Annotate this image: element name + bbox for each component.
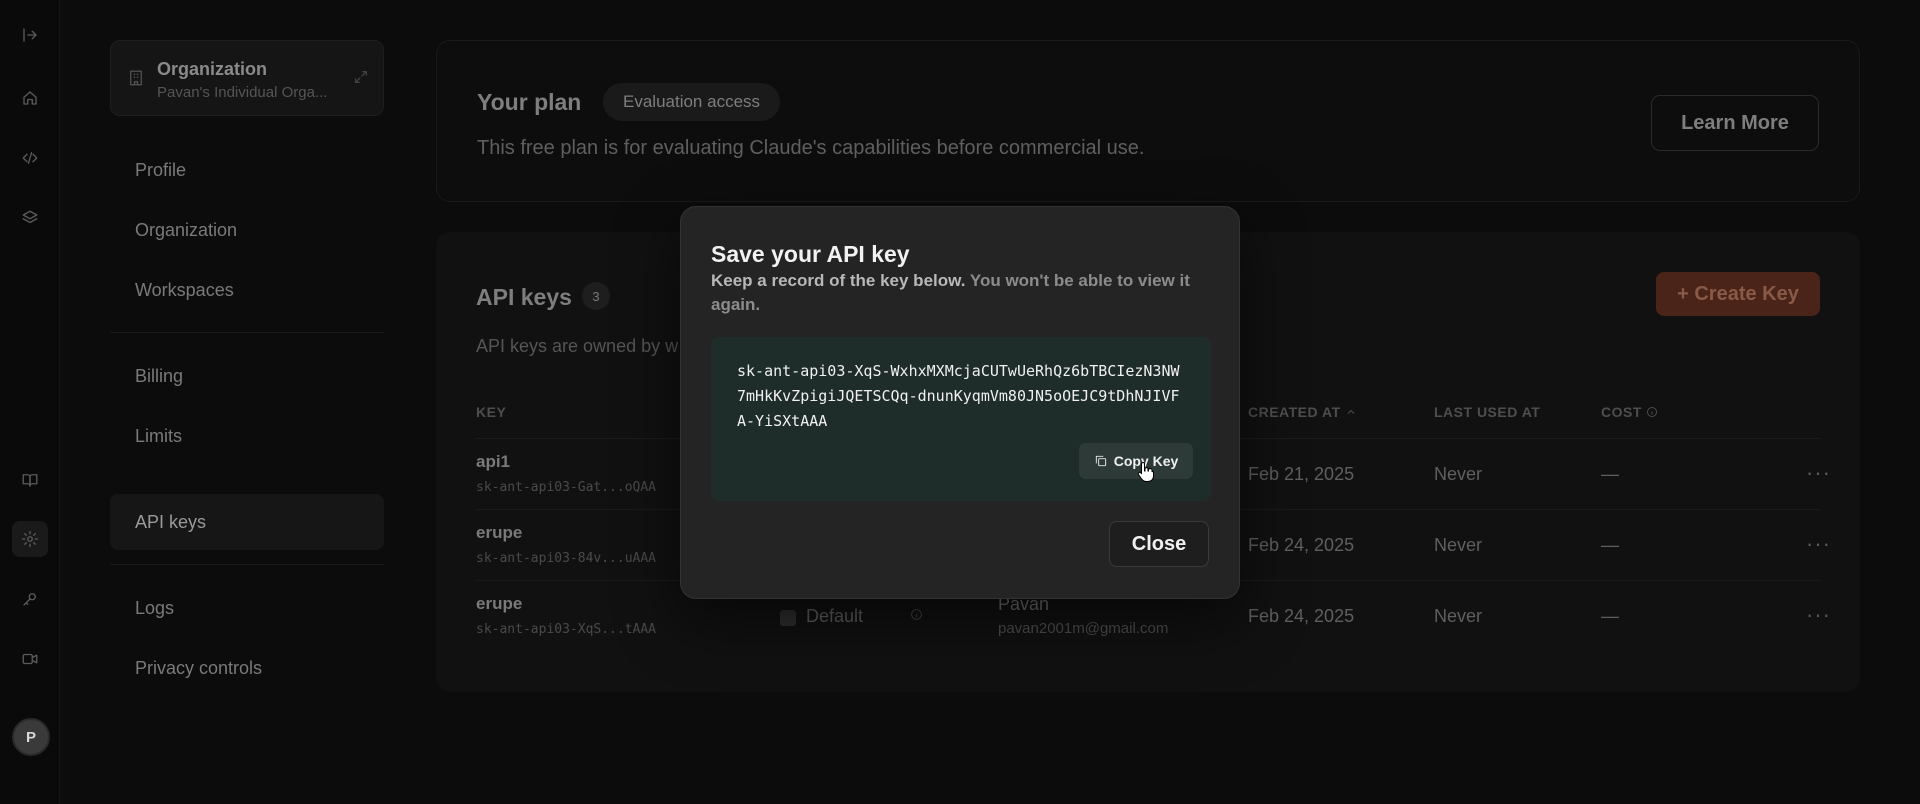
sidebar-divider (110, 332, 384, 333)
building-icon (127, 69, 145, 92)
code-icon[interactable] (12, 140, 48, 176)
key-value: sk-ant-api03-XqS...tAAA (476, 622, 657, 637)
workspace-color-swatch (780, 610, 796, 626)
save-api-key-dialog: Save your API key Keep a record of the k… (680, 206, 1240, 599)
column-header-cost[interactable]: COST (1601, 404, 1658, 420)
api-keys-count-badge: 3 (582, 282, 610, 310)
create-key-button[interactable]: + Create Key (1656, 272, 1820, 316)
row-menu-button[interactable]: ··· (1806, 531, 1831, 557)
copy-key-button[interactable]: Copy Key (1079, 443, 1193, 479)
api-key-value[interactable]: sk-ant-api03-XqS-WxhxMXMcjaCUTwUeRhQz6bT… (737, 359, 1187, 434)
cost: — (1601, 464, 1619, 484)
api-keys-description: API keys are owned by w (476, 336, 679, 356)
column-header-created-at-label: CREATED AT (1248, 404, 1341, 420)
book-icon[interactable] (12, 462, 48, 498)
expand-icon (353, 69, 369, 90)
org-subtitle: Pavan's Individual Orga... (157, 84, 328, 101)
sidebar-item-logs[interactable]: Logs (110, 580, 384, 636)
org-title: Organization (157, 59, 268, 79)
icon-rail: P (0, 0, 60, 804)
created-at: Feb 21, 2025 (1248, 464, 1355, 484)
last-used-at: Never (1434, 606, 1483, 626)
api-keys-title: API keys (476, 284, 572, 310)
layers-icon[interactable] (12, 200, 48, 236)
workspace-name: Default (806, 606, 864, 626)
sort-ascending-icon (1347, 409, 1355, 414)
gear-icon[interactable] (12, 521, 48, 557)
hand-cursor-icon (1137, 461, 1155, 488)
sidebar-item-privacy-controls[interactable]: Privacy controls (110, 640, 384, 696)
column-header-key[interactable]: KEY (476, 404, 506, 420)
sidebar-item-limits[interactable]: Limits (110, 408, 384, 464)
dialog-description-main: Keep a record of the key below. (711, 271, 966, 290)
column-header-last-used-at[interactable]: LAST USED AT (1434, 404, 1540, 420)
cost: — (1601, 535, 1619, 555)
info-icon (1647, 407, 1658, 417)
key-name: api1 (476, 452, 511, 471)
key-name: erupe (476, 523, 523, 542)
info-icon (910, 608, 923, 626)
created-by-email: pavan2001m@gmail.com (998, 620, 1169, 637)
key-value: sk-ant-api03-84v...uAAA (476, 551, 657, 566)
key-icon[interactable] (12, 581, 48, 617)
column-header-created-at[interactable]: CREATED AT (1248, 404, 1357, 420)
key-name: erupe (476, 594, 523, 613)
sidebar-item-profile[interactable]: Profile (110, 142, 384, 198)
key-value: sk-ant-api03-Gat...oQAA (476, 480, 657, 495)
dialog-title: Save your API key (711, 241, 910, 267)
last-used-at: Never (1434, 464, 1483, 484)
learn-more-button[interactable]: Learn More (1651, 95, 1819, 151)
dialog-description: Keep a record of the key below. You won'… (711, 269, 1211, 317)
plan-card: Your plan Evaluation access This free pl… (436, 40, 1860, 202)
created-at: Feb 24, 2025 (1248, 606, 1355, 626)
sidebar-divider (110, 564, 384, 565)
column-header-cost-label: COST (1601, 404, 1642, 420)
sidebar-item-api-keys[interactable]: API keys (110, 494, 384, 550)
home-icon[interactable] (12, 80, 48, 116)
created-at: Feb 24, 2025 (1248, 535, 1355, 555)
plan-title: Your plan (477, 89, 582, 115)
organization-switcher[interactable]: Organization Pavan's Individual Orga... (110, 40, 384, 116)
sidebar-item-billing[interactable]: Billing (110, 348, 384, 404)
avatar[interactable]: P (12, 718, 50, 756)
last-used-at: Never (1434, 535, 1483, 555)
sidebar-item-workspaces[interactable]: Workspaces (110, 262, 384, 318)
video-icon[interactable] (12, 641, 48, 677)
plan-badge: Evaluation access (603, 83, 781, 121)
plan-description: This free plan is for evaluating Claude'… (477, 137, 1145, 159)
copy-icon (1095, 455, 1106, 467)
sidebar-toggle-icon[interactable] (12, 17, 48, 53)
row-menu-button[interactable]: ··· (1806, 460, 1831, 486)
api-key-box: sk-ant-api03-XqS-WxhxMXMcjaCUTwUeRhQz6bT… (711, 337, 1211, 501)
cost: — (1601, 606, 1619, 626)
close-button[interactable]: Close (1109, 521, 1209, 567)
row-menu-button[interactable]: ··· (1806, 602, 1831, 628)
sidebar-item-organization[interactable]: Organization (110, 202, 384, 258)
